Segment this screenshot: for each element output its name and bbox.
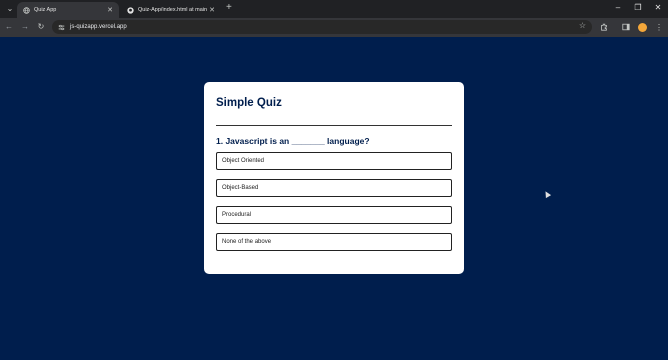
title-divider	[216, 125, 452, 126]
extensions-icon[interactable]	[598, 21, 610, 33]
tab-quiz-app[interactable]: Quiz App ✕	[17, 2, 119, 18]
url-text: js-quizapp.vercel.app	[70, 24, 127, 30]
tab-title: Quiz App	[34, 7, 57, 13]
minimize-icon[interactable]: –	[611, 2, 625, 14]
restore-icon[interactable]: ❐	[631, 2, 645, 14]
forward-icon[interactable]: →	[19, 21, 31, 33]
answer-button-object-based[interactable]: Object-Based	[216, 179, 452, 197]
github-icon	[126, 6, 134, 14]
window-close-icon[interactable]: ✕	[651, 2, 665, 14]
close-icon[interactable]: ✕	[208, 6, 216, 14]
answer-button-object-oriented[interactable]: Object Oriented	[216, 152, 452, 170]
tab-search-icon[interactable]: ⌄	[4, 3, 16, 15]
menu-kebab-icon[interactable]: ⋮	[653, 21, 665, 33]
site-info-icon[interactable]	[57, 23, 65, 31]
address-bar[interactable]: js-quizapp.vercel.app ☆	[52, 20, 592, 34]
new-tab-icon[interactable]: +	[226, 2, 232, 14]
globe-icon	[22, 6, 30, 14]
tab-github[interactable]: Quiz-App/index.html at main · ✕	[121, 2, 221, 18]
profile-avatar[interactable]	[636, 21, 648, 33]
bookmark-star-icon[interactable]: ☆	[579, 21, 586, 30]
side-panel-icon[interactable]	[620, 21, 632, 33]
answer-button-procedural[interactable]: Procedural	[216, 206, 452, 224]
tab-title: Quiz-App/index.html at main ·	[138, 7, 208, 13]
answer-list: Object Oriented Object-Based Procedural …	[216, 152, 452, 251]
mouse-cursor-icon	[542, 189, 552, 199]
answer-button-none-of-the-above[interactable]: None of the above	[216, 233, 452, 251]
back-icon[interactable]: ←	[3, 21, 15, 33]
question-text: 1. Javascript is an _______ language?	[216, 136, 370, 146]
tab-strip: ⌄ Quiz App ✕ Quiz-App/index.html at main…	[0, 0, 668, 18]
close-icon[interactable]: ✕	[106, 6, 114, 14]
reload-icon[interactable]: ↻	[35, 21, 47, 33]
quiz-card: Simple Quiz 1. Javascript is an _______ …	[204, 82, 464, 274]
browser-toolbar: ← → ↻ js-quizapp.vercel.app ☆ ⋮	[0, 18, 668, 37]
quiz-title: Simple Quiz	[216, 97, 282, 109]
